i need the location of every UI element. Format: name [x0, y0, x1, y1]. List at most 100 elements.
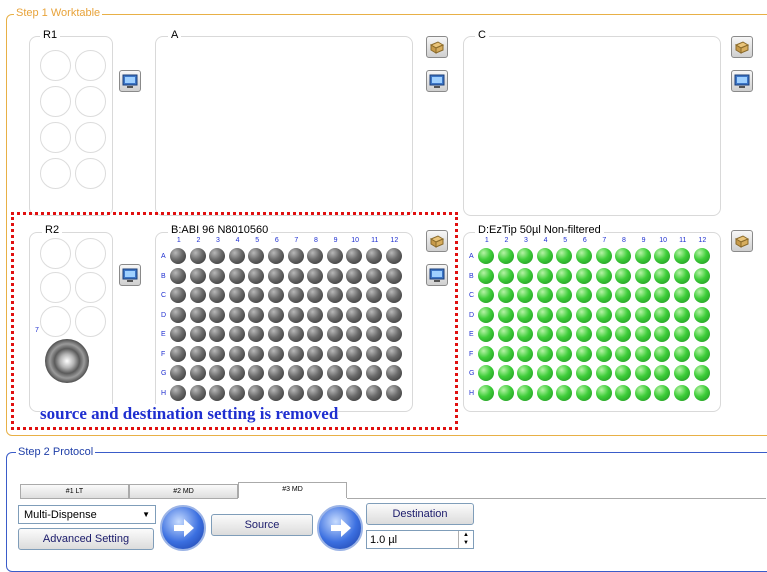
tip-well[interactable]: [654, 345, 671, 362]
tip-well[interactable]: [634, 287, 651, 303]
tip-well[interactable]: [673, 248, 690, 264]
chevron-down-icon[interactable]: ▼: [459, 539, 473, 547]
tip-well[interactable]: [634, 306, 651, 323]
volume-spinbox[interactable]: 1.0 µl ▲ ▼: [366, 530, 474, 549]
tip-well[interactable]: [517, 287, 534, 303]
tip-well[interactable]: [478, 287, 494, 303]
tip-well[interactable]: [536, 384, 553, 401]
r1-monitor-button[interactable]: [119, 70, 141, 92]
tip-well[interactable]: [595, 248, 612, 264]
tip-well[interactable]: [556, 345, 573, 362]
tip-well[interactable]: [536, 326, 553, 342]
chevron-up-icon[interactable]: ▲: [459, 531, 473, 539]
tip-well[interactable]: [615, 384, 632, 401]
tip-well[interactable]: [517, 384, 534, 401]
tip-well[interactable]: [556, 267, 573, 284]
r1-slot[interactable]: [40, 50, 71, 81]
mode-select[interactable]: Multi-Dispense ▼: [18, 505, 156, 524]
tip-well[interactable]: [595, 345, 612, 362]
tip-well[interactable]: [497, 287, 514, 303]
tip-well[interactable]: [673, 326, 690, 342]
tip-well[interactable]: [615, 287, 632, 303]
tip-well[interactable]: [575, 345, 592, 362]
tip-well[interactable]: [693, 365, 710, 381]
tip-well[interactable]: [497, 306, 514, 323]
tip-well[interactable]: [556, 326, 573, 342]
r1-slot[interactable]: [40, 158, 71, 189]
tip-well[interactable]: [634, 345, 651, 362]
tip-well[interactable]: [693, 384, 710, 401]
d-panel[interactable]: 1 2 3 4 5 6 7 8 9 10 11 12 ABCDEFGH: [463, 232, 721, 412]
r1-panel[interactable]: [29, 36, 113, 216]
tip-well[interactable]: [478, 384, 494, 401]
tip-well[interactable]: [693, 345, 710, 362]
tip-well[interactable]: [595, 326, 612, 342]
tip-well[interactable]: [693, 248, 710, 264]
tip-well[interactable]: [693, 267, 710, 284]
tip-well[interactable]: [654, 365, 671, 381]
tip-well[interactable]: [595, 267, 612, 284]
tip-well[interactable]: [634, 384, 651, 401]
tip-well[interactable]: [497, 248, 514, 264]
tip-well[interactable]: [615, 365, 632, 381]
tip-well[interactable]: [575, 384, 592, 401]
a-panel[interactable]: [155, 36, 413, 216]
tip-well[interactable]: [673, 345, 690, 362]
tip-well[interactable]: [536, 267, 553, 284]
tip-well[interactable]: [517, 326, 534, 342]
tip-well[interactable]: [615, 345, 632, 362]
tip-well[interactable]: [595, 306, 612, 323]
tip-well[interactable]: [497, 267, 514, 284]
tip-well[interactable]: [478, 345, 494, 362]
destination-button[interactable]: Destination: [366, 503, 474, 525]
tip-well[interactable]: [595, 287, 612, 303]
tip-well[interactable]: [575, 248, 592, 264]
tip-well[interactable]: [654, 267, 671, 284]
tip-well[interactable]: [673, 287, 690, 303]
c-panel[interactable]: [463, 36, 721, 216]
tip-well[interactable]: [517, 306, 534, 323]
r1-slot[interactable]: [75, 86, 106, 117]
tip-well[interactable]: [497, 384, 514, 401]
r1-slot[interactable]: [40, 86, 71, 117]
tip-well[interactable]: [673, 267, 690, 284]
source-button[interactable]: Source: [211, 514, 313, 536]
tip-well[interactable]: [615, 326, 632, 342]
tip-well[interactable]: [615, 248, 632, 264]
tip-well[interactable]: [673, 306, 690, 323]
tip-well[interactable]: [517, 248, 534, 264]
tip-well[interactable]: [575, 365, 592, 381]
tip-well[interactable]: [556, 384, 573, 401]
tip-well[interactable]: [654, 306, 671, 323]
tip-well[interactable]: [536, 287, 553, 303]
advanced-setting-button[interactable]: Advanced Setting: [18, 528, 154, 550]
tip-well[interactable]: [693, 326, 710, 342]
tab-3-md[interactable]: #3 MD: [238, 482, 347, 499]
tip-well[interactable]: [654, 326, 671, 342]
tip-well[interactable]: [575, 267, 592, 284]
tip-well[interactable]: [517, 267, 534, 284]
c-tip-box-button[interactable]: [731, 36, 753, 58]
tip-well[interactable]: [536, 248, 553, 264]
a-tip-box-button[interactable]: [426, 36, 448, 58]
tip-well[interactable]: [575, 326, 592, 342]
tip-well[interactable]: [634, 248, 651, 264]
tip-well[interactable]: [595, 384, 612, 401]
source-arrow-button[interactable]: [160, 505, 206, 551]
tip-well[interactable]: [556, 248, 573, 264]
tip-well[interactable]: [536, 345, 553, 362]
tip-well[interactable]: [536, 306, 553, 323]
tip-well[interactable]: [556, 287, 573, 303]
tab-2-md[interactable]: #2 MD: [129, 484, 238, 499]
tip-well[interactable]: [556, 306, 573, 323]
r1-slot[interactable]: [40, 122, 71, 153]
tip-well[interactable]: [478, 267, 494, 284]
volume-stepper[interactable]: ▲ ▼: [458, 531, 473, 548]
tip-well[interactable]: [634, 267, 651, 284]
c-monitor-button[interactable]: [731, 70, 753, 92]
tip-well[interactable]: [615, 267, 632, 284]
tip-well[interactable]: [478, 306, 494, 323]
tip-well[interactable]: [517, 345, 534, 362]
tip-well[interactable]: [654, 287, 671, 303]
tip-well[interactable]: [497, 326, 514, 342]
